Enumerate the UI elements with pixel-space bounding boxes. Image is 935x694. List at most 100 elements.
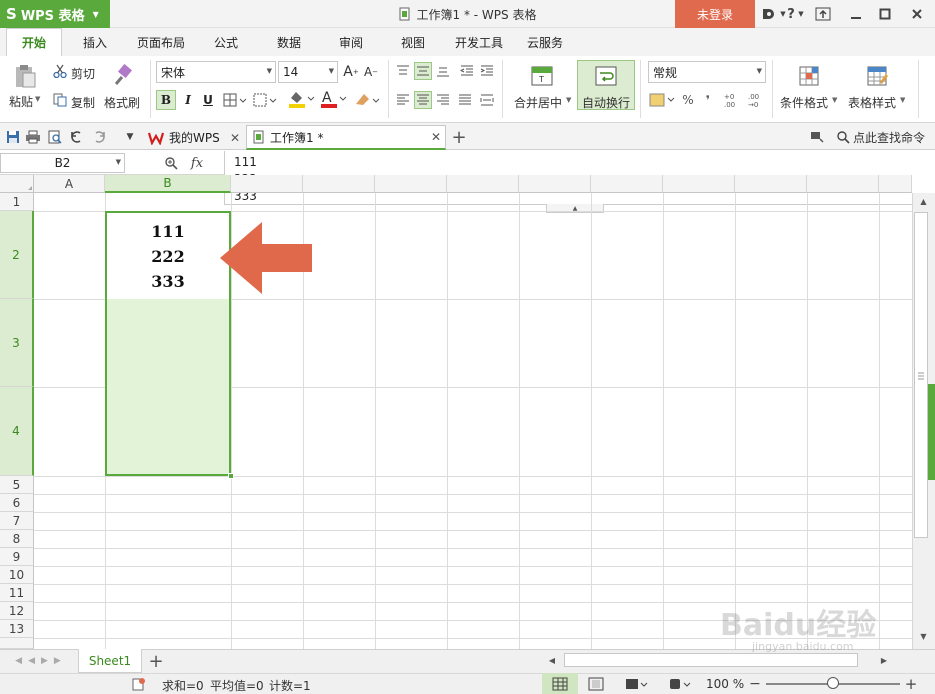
format-painter-label[interactable]: 格式刷 [104, 94, 140, 111]
decrease-decimal-icon[interactable]: .00 →0 [746, 90, 766, 110]
insert-function-button[interactable]: fx [186, 154, 208, 172]
paste-icon[interactable] [10, 62, 40, 90]
border-icon[interactable] [222, 90, 248, 110]
column-header[interactable] [303, 175, 375, 193]
fill-handle[interactable] [228, 473, 234, 479]
select-all-corner[interactable] [0, 175, 34, 193]
zoom-function-icon[interactable] [162, 154, 180, 172]
row-header-13[interactable]: 13 [0, 620, 34, 638]
increase-decimal-icon[interactable]: +0.00 [722, 90, 742, 110]
column-header[interactable] [591, 175, 663, 193]
italic-button[interactable]: I [178, 90, 198, 110]
chevron-down-icon[interactable]: ▼ [796, 0, 806, 28]
zoom-in-icon[interactable]: + [903, 675, 919, 693]
active-cell-b2[interactable]: 111 222 333 [107, 213, 229, 299]
row-header-6[interactable]: 6 [0, 494, 34, 512]
page-layout-view-icon[interactable] [586, 675, 606, 692]
zoom-slider-handle[interactable] [827, 677, 839, 689]
format-painter-icon[interactable] [108, 62, 136, 90]
row-header-11[interactable]: 11 [0, 584, 34, 602]
row-header-8[interactable]: 8 [0, 530, 34, 548]
font-name-select[interactable]: 宋体 ▼ [156, 61, 276, 83]
row-header-12[interactable]: 12 [0, 602, 34, 620]
column-header[interactable] [879, 175, 912, 193]
row-header-4[interactable]: 4 [0, 387, 34, 476]
scroll-up-icon[interactable]: ▲ [913, 194, 934, 208]
row-header-3[interactable]: 3 [0, 299, 34, 387]
fill-color-icon[interactable] [286, 88, 316, 110]
row-header-9[interactable]: 9 [0, 548, 34, 566]
skin-icon[interactable] [757, 0, 779, 28]
column-header[interactable] [231, 175, 303, 193]
close-icon[interactable]: ✕ [230, 131, 240, 145]
name-box[interactable]: B2 ▼ [0, 153, 125, 173]
save-icon[interactable] [4, 128, 22, 146]
align-center-icon[interactable] [414, 91, 432, 109]
clear-format-icon[interactable] [352, 88, 382, 110]
tab-formulas[interactable]: 公式 [205, 28, 247, 56]
comma-button[interactable]: ❜ [700, 90, 716, 110]
cut-label[interactable]: 剪切 [71, 65, 95, 82]
column-header[interactable] [807, 175, 879, 193]
wrap-text-icon[interactable] [592, 62, 620, 90]
bold-button[interactable]: B [156, 90, 176, 110]
merge-center-label[interactable]: 合并居中 [514, 94, 562, 111]
underline-button[interactable]: U [198, 90, 218, 110]
login-button[interactable]: 未登录 [675, 0, 755, 28]
zoom-level[interactable]: 100 % [706, 677, 744, 691]
tab-cloud[interactable]: 云服务 [520, 28, 570, 56]
column-header[interactable] [519, 175, 591, 193]
decrease-indent-icon[interactable] [458, 62, 476, 80]
scroll-left-icon[interactable]: ◀ [544, 652, 560, 668]
conditional-format-icon[interactable] [796, 62, 824, 90]
app-menu-button[interactable]: S WPS 表格 ▼ [0, 0, 110, 28]
column-header[interactable] [663, 175, 735, 193]
tab-insert[interactable]: 插入 [74, 28, 116, 56]
table-style-label[interactable]: 表格样式 [848, 94, 896, 111]
tab-review[interactable]: 审阅 [330, 28, 372, 56]
side-panel-toggle[interactable] [928, 384, 935, 480]
copy-label[interactable]: 复制 [71, 94, 95, 111]
row-header-5[interactable]: 5 [0, 476, 34, 494]
row-header-1[interactable]: 1 [0, 193, 34, 211]
align-bottom-icon[interactable] [434, 62, 452, 80]
print-preview-icon[interactable] [46, 128, 64, 146]
increase-indent-icon[interactable] [478, 62, 496, 80]
tab-home[interactable]: 开始 [6, 28, 62, 56]
add-sheet-icon[interactable]: + [146, 650, 166, 672]
normal-view-icon[interactable] [542, 673, 578, 694]
chevron-down-icon[interactable]: ▼ [566, 96, 571, 104]
scroll-down-icon[interactable]: ▼ [913, 629, 934, 643]
tab-view[interactable]: 视图 [392, 28, 434, 56]
column-header-a[interactable]: A [34, 175, 105, 193]
number-format-select[interactable]: 常规 ▼ [648, 61, 766, 83]
horizontal-scroll-thumb[interactable] [564, 653, 858, 667]
scroll-right-icon[interactable]: ▶ [876, 652, 892, 668]
row-header[interactable] [0, 638, 34, 649]
row-header-7[interactable]: 7 [0, 512, 34, 530]
tab-page-layout[interactable]: 页面布局 [130, 28, 192, 56]
redo-icon[interactable] [90, 128, 108, 146]
close-icon[interactable]: ✕ [431, 130, 441, 144]
macro-icon[interactable] [130, 675, 148, 692]
close-icon[interactable] [905, 0, 929, 28]
new-tab-icon[interactable]: + [450, 127, 468, 148]
upload-icon[interactable] [813, 0, 833, 28]
column-header[interactable] [735, 175, 807, 193]
justify-icon[interactable] [456, 91, 474, 109]
search-icon[interactable] [834, 128, 852, 146]
undo-icon[interactable] [68, 128, 86, 146]
merge-center-icon[interactable]: T [528, 62, 556, 90]
chevron-down-icon[interactable]: ▼ [35, 95, 40, 103]
table-style-icon[interactable] [864, 62, 892, 90]
conditional-format-label[interactable]: 条件格式 [780, 94, 828, 111]
align-left-icon[interactable] [394, 91, 412, 109]
distribute-icon[interactable] [478, 91, 496, 109]
column-header[interactable] [375, 175, 447, 193]
scrollbar-thumb[interactable] [914, 212, 928, 538]
panel-icon[interactable] [808, 128, 826, 146]
zoom-out-icon[interactable]: − [748, 675, 762, 692]
page-break-view-icon[interactable] [624, 675, 650, 692]
paste-label[interactable]: 粘贴 [9, 93, 33, 110]
column-header-b[interactable]: B [105, 175, 231, 193]
